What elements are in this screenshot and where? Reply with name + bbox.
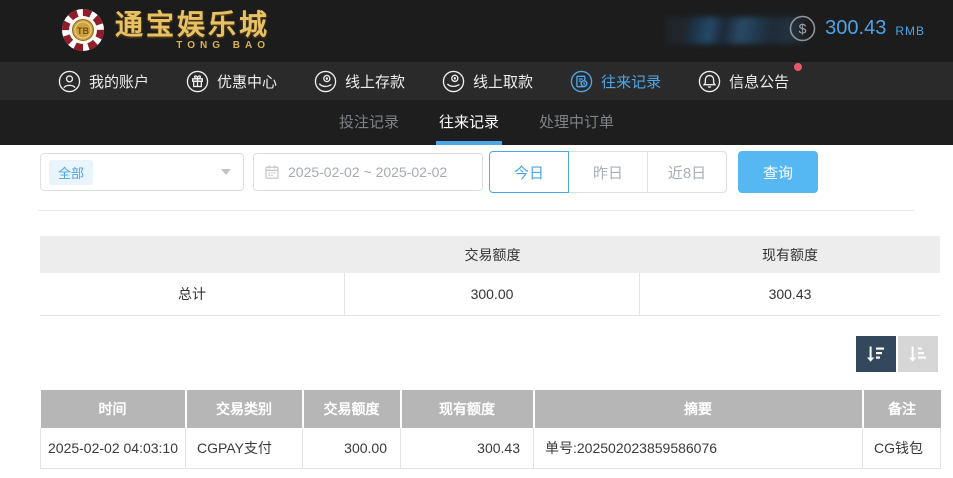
wallet-balance: $ 300.43 RMB (789, 15, 925, 42)
col-time: 时间 (40, 390, 187, 428)
col-type: 交易类别 (185, 390, 304, 428)
nav-label: 线上存款 (345, 73, 406, 91)
cell-summary: 单号:202502023859586076 (533, 428, 863, 469)
quick-range-group: 今日 昨日 近8日 (489, 151, 727, 193)
records-icon (570, 70, 593, 92)
type-select[interactable]: 全部 (40, 153, 244, 191)
site-subtitle: TONG BAO (176, 39, 271, 51)
site-logo[interactable]: TB 通宝娱乐城 TONG BAO (60, 7, 270, 53)
nav-item-deposit[interactable]: 线上存款 (314, 70, 405, 93)
deposit-icon (314, 70, 337, 92)
tab-pending-orders[interactable]: 处理中订单 (536, 100, 617, 145)
nav-label: 往来记录 (601, 73, 662, 91)
type-select-value: 全部 (49, 159, 94, 185)
main-nav: 我的账户 优惠中心 线上存款 线上取款 往来记录 信息公告 (0, 62, 953, 100)
sort-ascending-icon (909, 346, 926, 362)
sort-descending-button[interactable] (856, 336, 896, 372)
summary-table: 交易额度 现有额度 总计 300.00 300.43 (40, 236, 940, 316)
filter-bar: 全部 2025-02-02 ~ 2025-02-02 今日 昨日 近8日 查询 (0, 151, 953, 193)
cell-time: 2025-02-02 04:03:10 (40, 428, 186, 469)
casino-chip-icon: TB (62, 9, 104, 51)
notification-dot (794, 62, 803, 71)
summary-header-current: 现有额度 (762, 246, 818, 263)
username-redacted (666, 17, 804, 44)
col-amount: 交易额度 (302, 390, 402, 428)
cell-note: CG钱包 (862, 428, 941, 469)
nav-label: 线上取款 (473, 73, 534, 91)
nav-item-withdraw[interactable]: 线上取款 (442, 70, 533, 93)
summary-header-row: 交易额度 现有额度 (40, 236, 940, 273)
quick-range-today[interactable]: 今日 (489, 151, 569, 193)
site-title: 通宝娱乐城 (115, 8, 271, 40)
dollar-glyph: $ (799, 21, 807, 37)
date-range-input[interactable]: 2025-02-02 ~ 2025-02-02 (253, 153, 483, 191)
table-row: 2025-02-02 04:03:10 CGPAY支付 300.00 300.4… (40, 428, 941, 469)
summary-current-amount: 300.43 (640, 273, 940, 316)
cell-balance: 300.43 (400, 428, 534, 469)
withdraw-icon (442, 70, 465, 92)
nav-label: 优惠中心 (217, 73, 278, 91)
cell-amount: 300.00 (302, 428, 401, 469)
summary-total-label: 总计 (40, 273, 345, 316)
dollar-circle-icon: $ (789, 15, 816, 42)
quick-range-last8days[interactable]: 近8日 (647, 151, 727, 193)
balance-amount: 300.43 (825, 17, 887, 39)
summary-transaction-amount: 300.00 (345, 273, 640, 316)
col-note: 备注 (862, 390, 941, 428)
quick-range-yesterday[interactable]: 昨日 (568, 151, 648, 193)
date-range-value: 2025-02-02 ~ 2025-02-02 (288, 164, 448, 180)
nav-item-promotions[interactable]: 优惠中心 (186, 70, 277, 93)
sort-controls (856, 336, 938, 372)
search-button[interactable]: 查询 (738, 151, 818, 193)
tab-transaction-records[interactable]: 往来记录 (435, 100, 503, 145)
calendar-icon (265, 165, 279, 179)
record-subtabs: 投注记录 往来记录 处理中订单 (0, 100, 953, 145)
bell-icon (698, 70, 721, 92)
records-header-row: 时间 交易类别 交易额度 现有额度 摘要 备注 (40, 390, 941, 428)
col-summary: 摘要 (533, 390, 864, 428)
nav-item-announcements[interactable]: 信息公告 (698, 62, 803, 93)
nav-item-transactions[interactable]: 往来记录 (570, 70, 661, 93)
top-header: TB 通宝娱乐城 TONG BAO $ 300.43 RMB (0, 0, 953, 62)
tab-betting-records[interactable]: 投注记录 (336, 100, 402, 145)
records-table: 时间 交易类别 交易额度 现有额度 摘要 备注 2025-02-02 04:03… (40, 390, 941, 469)
chevron-down-icon (221, 169, 231, 175)
section-divider (38, 210, 915, 211)
cell-type: CGPAY支付 (185, 428, 303, 469)
nav-label: 信息公告 (729, 73, 790, 91)
page: TB 通宝娱乐城 TONG BAO $ 300.43 RMB 我的账户 优惠中心… (0, 0, 953, 478)
chip-monogram: TB (77, 26, 89, 36)
balance-currency: RMB (895, 24, 925, 38)
gift-icon (186, 70, 209, 92)
col-balance: 现有额度 (400, 390, 535, 428)
summary-header-transaction: 交易额度 (464, 246, 521, 263)
user-icon (58, 70, 81, 92)
sort-descending-icon (867, 346, 884, 362)
nav-item-my-account[interactable]: 我的账户 (58, 70, 149, 93)
sort-ascending-button[interactable] (898, 336, 938, 372)
summary-total-row: 总计 300.00 300.43 (40, 273, 940, 316)
nav-label: 我的账户 (89, 73, 150, 91)
